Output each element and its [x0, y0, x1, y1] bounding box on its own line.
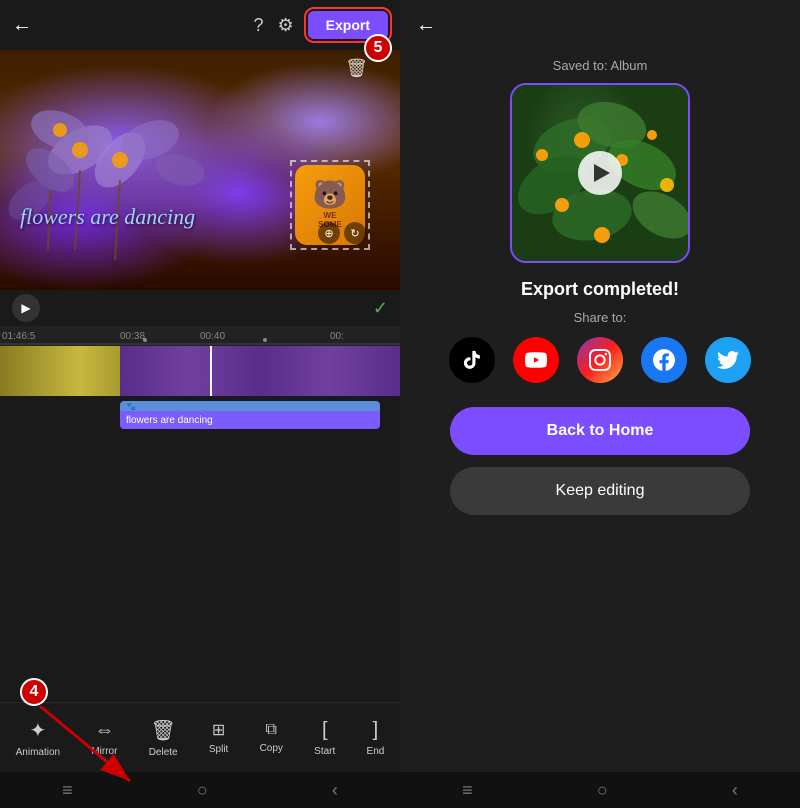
subtitle-text-bg: flowers are dancing: [120, 411, 380, 429]
right-back-button[interactable]: ←: [416, 14, 436, 37]
timeline-ruler: 01:46:5 00:38 00:40 00:: [0, 326, 400, 346]
strip-yellow: [0, 346, 120, 396]
sticker-rotate-icon[interactable]: ↻: [344, 222, 366, 244]
twitter-icon: [717, 349, 739, 371]
left-header: ← ? ⚙ Export: [0, 0, 400, 50]
strip-purple: [120, 346, 400, 396]
sticker-resize-icon[interactable]: ⊕: [318, 222, 340, 244]
youtube-share-button[interactable]: [513, 337, 559, 383]
step4-badge: 4: [20, 678, 48, 706]
right-panel: ← Saved to: Album Export completed!: [400, 0, 800, 808]
copy-label: Copy: [260, 743, 283, 754]
nav-back-icon-left[interactable]: ‹: [332, 780, 338, 801]
play-button-thumbnail[interactable]: [578, 151, 622, 195]
video-preview: 🗑 🐻 WESOME ⊕ ↻ flowers are dancing: [0, 50, 400, 290]
instagram-icon: [589, 349, 611, 371]
left-panel: ← ? ⚙ Export 5: [0, 0, 400, 808]
share-to-label: Share to:: [574, 310, 627, 325]
help-button[interactable]: ?: [254, 15, 264, 36]
subtitle-bar[interactable]: 🐾 flowers are dancing: [120, 401, 380, 429]
toolbar-item-end[interactable]: ] End: [367, 719, 385, 757]
subtitle-track[interactable]: 🐾 flowers are dancing: [0, 398, 400, 433]
nav-home-icon-left[interactable]: ○: [197, 780, 208, 801]
split-label: Split: [209, 744, 228, 755]
youtube-icon: [525, 349, 547, 371]
toolbar-item-delete[interactable]: 🗑 Delete: [149, 718, 178, 758]
ruler-ticks: [0, 326, 400, 346]
settings-button[interactable]: ⚙: [278, 15, 294, 36]
right-header: ←: [400, 0, 800, 50]
back-home-button[interactable]: Back to Home: [450, 407, 750, 455]
end-label: End: [367, 746, 385, 757]
step4-arrow: [30, 706, 150, 796]
timeline-controls: ▶ ✓: [0, 290, 400, 326]
nav-back-icon-right[interactable]: ‹: [732, 780, 738, 801]
nav-home-icon-right[interactable]: ○: [597, 780, 608, 801]
delete-icon: 🗑: [150, 718, 175, 743]
subtitle-text: flowers are dancing: [126, 415, 213, 426]
share-icons: [449, 337, 751, 383]
tiktok-icon: [461, 349, 483, 371]
toolbar-item-split[interactable]: ⊞ Split: [209, 720, 228, 755]
subtitle-top: 🐾: [120, 401, 380, 411]
step4-container: 4: [20, 678, 48, 706]
timeline-area: ▶ ✓ 01:46:5 00:38 00:40 00:: [0, 290, 400, 702]
instagram-share-button[interactable]: [577, 337, 623, 383]
back-button[interactable]: ←: [12, 14, 32, 37]
start-label: Start: [314, 746, 335, 757]
copy-icon: ⧉: [266, 721, 277, 739]
start-icon: [: [322, 719, 328, 742]
facebook-icon: [653, 349, 675, 371]
delete-label: Delete: [149, 747, 178, 758]
facebook-share-button[interactable]: [641, 337, 687, 383]
confirm-checkmark[interactable]: ✓: [373, 298, 388, 319]
toolbar-item-start[interactable]: [ Start: [314, 719, 335, 757]
playhead: [210, 346, 212, 396]
split-icon: ⊞: [212, 720, 225, 740]
export-completed-text: Export completed!: [521, 279, 679, 300]
twitter-share-button[interactable]: [705, 337, 751, 383]
sticker-container[interactable]: 🐻 WESOME ⊕ ↻: [290, 160, 370, 250]
video-text-overlay: flowers are dancing: [20, 204, 195, 230]
saved-label: Saved to: Album: [400, 58, 800, 73]
video-strip: [0, 346, 400, 396]
subtitle-paw-icon: 🐾: [126, 402, 136, 411]
trash-icon[interactable]: 🗑: [345, 58, 368, 79]
nav-menu-icon-right[interactable]: ≡: [462, 780, 473, 801]
play-button[interactable]: ▶: [12, 294, 40, 322]
video-track[interactable]: [0, 346, 400, 396]
tiktok-share-button[interactable]: [449, 337, 495, 383]
step5-badge: 5: [364, 34, 392, 62]
keep-editing-button[interactable]: Keep editing: [450, 467, 750, 515]
video-thumbnail[interactable]: [510, 83, 690, 263]
bottom-nav-right: ≡ ○ ‹: [400, 772, 800, 808]
sticker-resize-icons: ⊕ ↻: [318, 222, 366, 244]
sticker-face: 🐻: [313, 181, 348, 209]
end-icon: ]: [373, 719, 379, 742]
play-triangle-icon: [594, 164, 610, 182]
toolbar-item-copy[interactable]: ⧉ Copy: [260, 721, 283, 754]
header-right: ? ⚙ Export: [254, 11, 389, 39]
